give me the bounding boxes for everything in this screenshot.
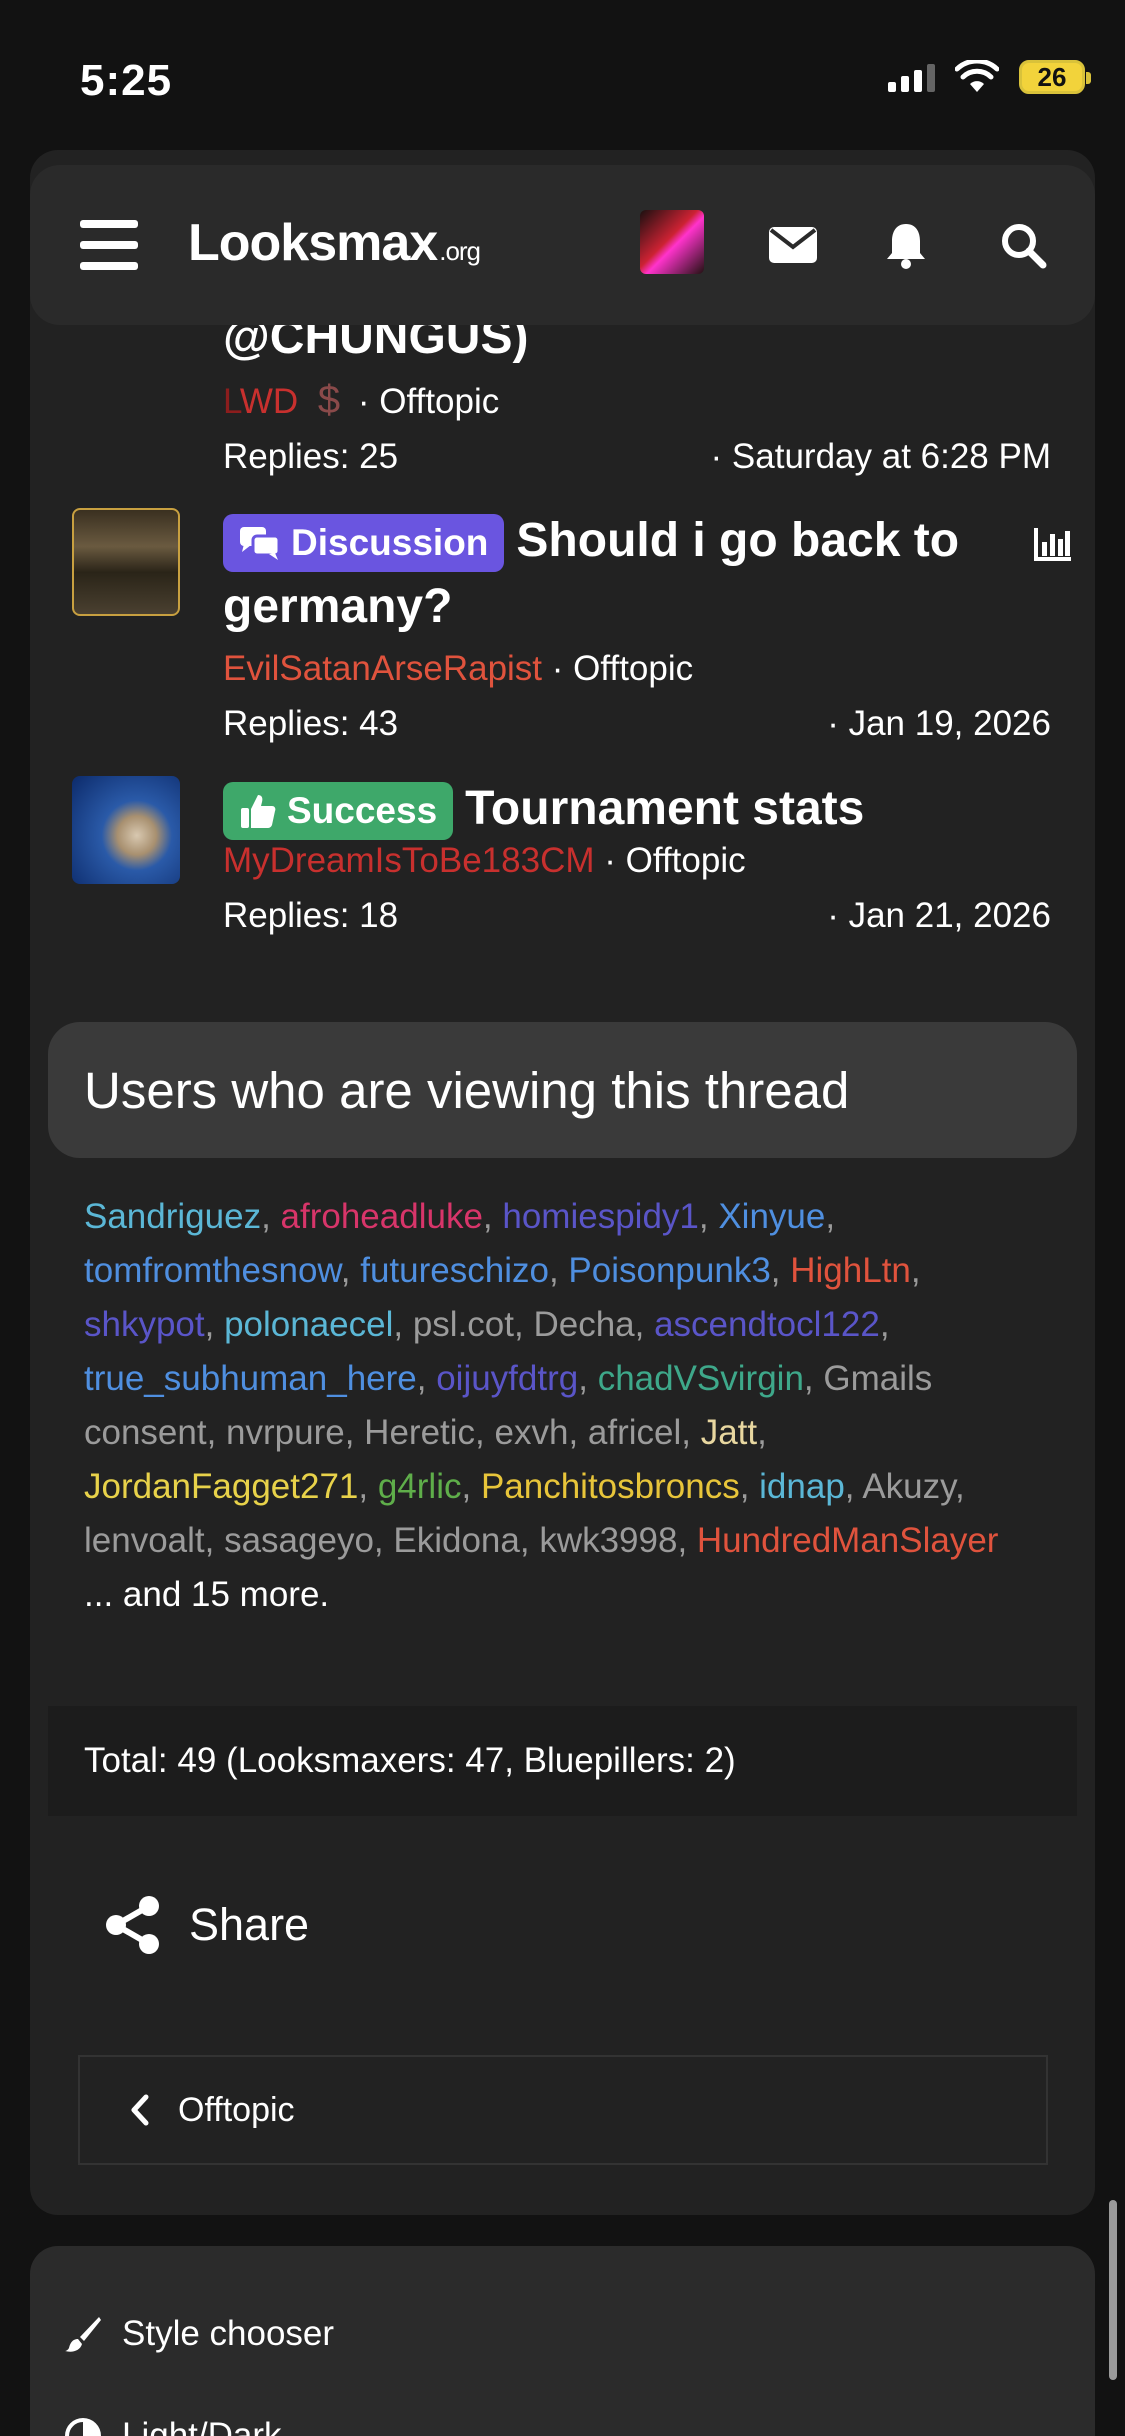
thread-item[interactable]: Success Tournament stats MyDreamIsToBe18… xyxy=(30,776,1095,966)
back-link-label: Offtopic xyxy=(178,2090,295,2129)
viewer-link[interactable]: Akuzy xyxy=(862,1467,955,1506)
thread-item[interactable]: @CHUNGUS) LWD $ · Offtopic Replies: 25 ·… xyxy=(30,305,1095,485)
viewers-more[interactable]: ... and 15 more. xyxy=(84,1575,329,1614)
chat-bubbles-icon xyxy=(240,527,281,561)
poll-chart-icon xyxy=(1034,528,1071,561)
dollar-icon: $ xyxy=(317,378,341,422)
thread-date: · Jan 21, 2026 xyxy=(827,896,1051,935)
site-logo[interactable]: Looksmax.org xyxy=(188,213,481,273)
viewer-link[interactable]: nvrpure xyxy=(226,1413,345,1452)
thread-author[interactable]: LWD xyxy=(223,382,298,421)
thread-replies: Replies: 18 xyxy=(223,896,399,935)
thumbs-up-icon xyxy=(241,795,276,829)
brush-icon xyxy=(65,2317,101,2352)
viewer-link[interactable]: HundredManSlayer xyxy=(697,1521,999,1560)
viewer-link[interactable]: sasageyo xyxy=(224,1521,374,1560)
viewer-link[interactable]: tomfromthesnow xyxy=(84,1251,341,1290)
viewers-heading: Users who are viewing this thread xyxy=(48,1022,1077,1158)
viewer-link[interactable]: JordanFagget271 xyxy=(84,1467,358,1506)
viewer-link[interactable]: idnap xyxy=(759,1467,845,1506)
thread-replies: Replies: 25 xyxy=(223,437,399,476)
hamburger-icon[interactable] xyxy=(80,220,138,270)
light-dark-toggle[interactable]: Light/Dark xyxy=(64,2416,282,2436)
viewer-link[interactable]: ascendtocl122 xyxy=(654,1305,880,1344)
battery-icon: 26 xyxy=(1019,60,1091,94)
viewer-link[interactable]: Ekidona xyxy=(393,1521,519,1560)
viewer-link[interactable]: futureschizo xyxy=(360,1251,549,1290)
thread-stats: Replies: 18 · Jan 21, 2026 xyxy=(223,888,1065,944)
viewer-link[interactable]: lenvoalt xyxy=(84,1521,205,1560)
cellular-signal-icon xyxy=(888,62,935,92)
viewer-link[interactable]: africel xyxy=(588,1413,681,1452)
viewer-link[interactable]: Panchitosbroncs xyxy=(481,1467,740,1506)
status-bar: 5:25 26 xyxy=(0,0,1125,150)
viewer-link[interactable]: afroheadluke xyxy=(281,1197,483,1236)
viewer-link[interactable]: exvh xyxy=(495,1413,569,1452)
style-chooser-link[interactable]: Style chooser xyxy=(64,2314,334,2354)
status-time: 5:25 xyxy=(80,56,173,105)
viewer-link[interactable]: oijuyfdtrg xyxy=(436,1359,578,1398)
envelope-icon[interactable] xyxy=(765,217,821,273)
viewers-total: Total: 49 (Looksmaxers: 47, Bluepillers:… xyxy=(48,1706,1077,1816)
thread-author[interactable]: EvilSatanArseRapist xyxy=(223,649,542,688)
bell-icon[interactable] xyxy=(878,217,934,273)
thread-forum[interactable]: Offtopic xyxy=(379,382,499,421)
thread-meta: EvilSatanArseRapist · Offtopic xyxy=(223,649,694,688)
thread-replies: Replies: 43 xyxy=(223,704,399,743)
viewer-link[interactable]: true_subhuman_here xyxy=(84,1359,417,1398)
wifi-icon xyxy=(955,60,999,92)
thread-title[interactable]: Success Tournament stats xyxy=(223,776,1065,842)
thread-avatar[interactable] xyxy=(72,508,180,616)
viewer-link[interactable]: Jatt xyxy=(701,1413,757,1452)
footer-card: Style chooser Light/Dark xyxy=(30,2246,1095,2436)
viewer-link[interactable]: kwk3998 xyxy=(539,1521,677,1560)
viewer-link[interactable]: HighLtn xyxy=(790,1251,911,1290)
share-label: Share xyxy=(189,1899,310,1950)
viewer-link[interactable]: chadVSvirgin xyxy=(598,1359,804,1398)
success-badge: Success xyxy=(223,782,454,841)
thread-stats: Replies: 43 · Jan 19, 2026 xyxy=(223,696,1065,752)
thread-date: · Saturday at 6:28 PM xyxy=(710,437,1051,476)
viewer-link[interactable]: homiespidy1 xyxy=(502,1197,699,1236)
search-icon[interactable] xyxy=(995,217,1051,273)
viewer-link[interactable]: Heretic xyxy=(364,1413,475,1452)
status-indicators: 26 xyxy=(888,60,1091,94)
thread-stats: Replies: 25 · Saturday at 6:28 PM xyxy=(223,429,1065,485)
viewer-link[interactable]: Sandriguez xyxy=(84,1197,261,1236)
viewer-link[interactable]: shkypot xyxy=(84,1305,205,1344)
share-button[interactable]: Share xyxy=(105,1895,309,1955)
thread-forum[interactable]: Offtopic xyxy=(573,649,693,688)
site-header: Looksmax.org xyxy=(30,165,1095,325)
scrollbar[interactable] xyxy=(1109,2200,1117,2380)
viewers-list: Sandriguez, afroheadluke, homiespidy1, X… xyxy=(84,1197,999,1614)
viewer-link[interactable]: Decha xyxy=(533,1305,634,1344)
thread-avatar[interactable] xyxy=(72,776,180,884)
user-avatar[interactable] xyxy=(640,210,704,274)
thread-meta: LWD $ · Offtopic xyxy=(223,378,500,422)
thread-author[interactable]: MyDreamIsToBe183CM xyxy=(223,841,595,880)
thread-meta: MyDreamIsToBe183CM · Offtopic xyxy=(223,841,746,880)
viewer-link[interactable]: g4rlic xyxy=(378,1467,462,1506)
viewer-link[interactable]: polonaecel xyxy=(224,1305,393,1344)
thread-date: · Jan 19, 2026 xyxy=(827,704,1051,743)
discussion-badge: Discussion xyxy=(223,514,505,573)
chevron-left-icon xyxy=(131,2094,149,2126)
contrast-icon xyxy=(65,2418,101,2436)
viewer-link[interactable]: Xinyue xyxy=(718,1197,825,1236)
thread-title[interactable]: Discussion Should i go back to germany? xyxy=(223,508,1065,640)
back-to-forum-link[interactable]: Offtopic xyxy=(78,2055,1048,2165)
share-icon xyxy=(106,1896,159,1954)
viewer-link[interactable]: psl.cot xyxy=(413,1305,514,1344)
thread-forum[interactable]: Offtopic xyxy=(626,841,746,880)
thread-item[interactable]: Discussion Should i go back to germany? … xyxy=(30,508,1095,748)
viewer-link[interactable]: Poisonpunk3 xyxy=(568,1251,770,1290)
